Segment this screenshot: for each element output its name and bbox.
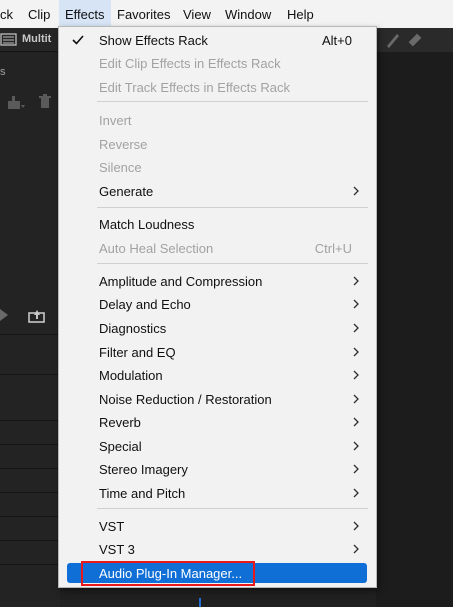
spot-healing-icon[interactable]: [406, 31, 424, 49]
menu-item-label: Noise Reduction / Restoration: [99, 392, 272, 407]
menu-item-reverse[interactable]: Reverse: [61, 133, 374, 155]
chevron-right-icon: [353, 521, 359, 531]
menu-item-label: Special: [99, 439, 142, 454]
menu-bar: ck Clip Effects Favorites View Window He…: [0, 0, 453, 28]
chevron-right-icon: [353, 464, 359, 474]
chevron-right-icon: [353, 323, 359, 333]
menu-item-vst3[interactable]: VST 3: [61, 538, 374, 560]
import-icon[interactable]: [6, 94, 28, 110]
menubar-item-view[interactable]: View: [177, 0, 217, 28]
chevron-right-icon: [353, 417, 359, 427]
track-row-divider: [0, 564, 60, 565]
menu-item-shortcut: Alt+0: [322, 33, 352, 48]
multitrack-tab-label[interactable]: Multit: [22, 33, 51, 45]
left-toolbar: Multit: [0, 28, 60, 52]
chevron-right-icon: [353, 441, 359, 451]
menu-separator: [97, 101, 368, 102]
menu-item-generate[interactable]: Generate: [61, 180, 374, 202]
track-row-divider: [0, 420, 60, 421]
chevron-right-icon: [353, 186, 359, 196]
menu-separator: [97, 263, 368, 264]
menu-item-label: Generate: [99, 184, 154, 199]
menu-item-reverb[interactable]: Reverb: [61, 411, 374, 433]
panel-divider: [0, 334, 60, 335]
chevron-right-icon: [353, 394, 359, 404]
menu-item-label: Show Effects Rack: [99, 33, 208, 48]
checkmark-icon: [72, 35, 84, 45]
menu-item-label: VST 3: [99, 542, 135, 557]
panel-divider: [0, 374, 60, 375]
menu-item-label: VST: [99, 519, 125, 534]
menu-item-time-and-pitch[interactable]: Time and Pitch: [61, 482, 374, 504]
menu-separator: [97, 207, 368, 208]
menu-separator: [97, 508, 368, 509]
chevron-right-icon: [353, 370, 359, 380]
menu-item-auto-heal-selection[interactable]: Auto Heal Selection Ctrl+U: [61, 237, 374, 259]
menu-item-match-loudness[interactable]: Match Loudness: [61, 213, 374, 235]
menu-item-label: Silence: [99, 160, 142, 175]
chevron-right-icon: [353, 544, 359, 554]
highlight-annotation-box: [81, 561, 255, 586]
menu-item-label: Edit Track Effects in Effects Rack: [99, 80, 290, 95]
menu-item-silence[interactable]: Silence: [61, 156, 374, 178]
menu-item-edit-clip-effects[interactable]: Edit Clip Effects in Effects Rack: [61, 52, 374, 74]
menu-item-label: Auto Heal Selection: [99, 241, 214, 256]
menu-item-label: Invert: [99, 113, 132, 128]
chevron-right-icon: [353, 347, 359, 357]
files-panel: Multit s: [0, 28, 60, 607]
track-row-divider: [0, 516, 60, 517]
menu-item-modulation[interactable]: Modulation: [61, 364, 374, 386]
multitrack-icon[interactable]: [0, 32, 18, 47]
menubar-item-help[interactable]: Help: [281, 0, 320, 28]
menu-item-stereo-imagery[interactable]: Stereo Imagery: [61, 458, 374, 480]
brush-icon[interactable]: [384, 31, 402, 49]
menu-item-invert[interactable]: Invert: [61, 109, 374, 131]
menubar-item-clip[interactable]: Clip: [22, 0, 56, 28]
menu-item-label: Time and Pitch: [99, 486, 186, 501]
menubar-item-favorites[interactable]: Favorites: [111, 0, 176, 28]
menu-item-label: Reverb: [99, 415, 141, 430]
menu-item-label: Match Loudness: [99, 217, 195, 232]
menu-item-label: Modulation: [99, 368, 163, 383]
track-row-divider: [0, 444, 60, 445]
menubar-item-track[interactable]: ck: [0, 0, 19, 28]
track-row-divider: [0, 540, 60, 541]
playhead-indicator: [199, 598, 201, 607]
chevron-right-icon: [353, 488, 359, 498]
menu-item-label: Edit Clip Effects in Effects Rack: [99, 56, 281, 71]
menu-item-shortcut: Ctrl+U: [314, 241, 352, 256]
chevron-right-icon: [353, 276, 359, 286]
panel-heading-fragment: s: [0, 66, 6, 78]
menu-item-special[interactable]: Special: [61, 435, 374, 457]
menu-item-label: Stereo Imagery: [99, 462, 188, 477]
menu-item-label: Reverse: [99, 137, 148, 152]
menu-item-label: Filter and EQ: [99, 345, 176, 360]
play-icon[interactable]: [0, 309, 10, 321]
menu-item-filter-and-eq[interactable]: Filter and EQ: [61, 341, 374, 363]
trash-icon[interactable]: [38, 94, 52, 110]
menu-item-delay-and-echo[interactable]: Delay and Echo: [61, 293, 374, 315]
menu-item-vst[interactable]: VST: [61, 515, 374, 537]
menu-item-label: Amplitude and Compression: [99, 274, 263, 289]
menu-item-amplitude-and-compression[interactable]: Amplitude and Compression: [61, 270, 374, 292]
track-row-divider: [0, 492, 60, 493]
menu-item-label: Diagnostics: [99, 321, 167, 336]
menubar-item-effects[interactable]: Effects: [59, 0, 111, 28]
export-icon[interactable]: [28, 307, 46, 323]
effects-menu: Show Effects Rack Alt+0 Edit Clip Effect…: [58, 26, 377, 588]
menu-item-show-effects-rack[interactable]: Show Effects Rack Alt+0: [61, 29, 374, 51]
menu-item-noise-reduction-restoration[interactable]: Noise Reduction / Restoration: [61, 388, 374, 410]
editor-toolbar: [376, 28, 453, 52]
menubar-item-window[interactable]: Window: [219, 0, 277, 28]
editor-panel: [376, 28, 453, 607]
chevron-right-icon: [353, 299, 359, 309]
menu-item-label: Delay and Echo: [99, 297, 191, 312]
menu-item-diagnostics[interactable]: Diagnostics: [61, 317, 374, 339]
menu-item-edit-track-effects[interactable]: Edit Track Effects in Effects Rack: [61, 76, 374, 98]
track-row-divider: [0, 468, 60, 469]
